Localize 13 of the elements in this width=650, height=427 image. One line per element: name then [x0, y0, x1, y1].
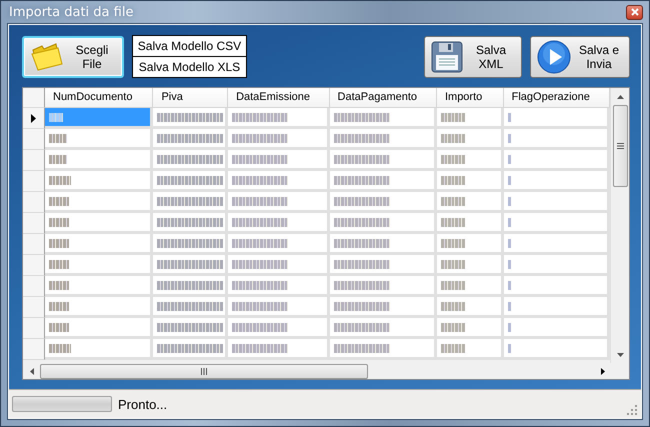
template-button[interactable]: Salva Modello CSV [133, 36, 246, 56]
toolbar-button[interactable]: Salva XML [424, 36, 522, 78]
column-header[interactable]: Importo [436, 88, 504, 108]
template-button[interactable]: Salva Modello XLS [133, 57, 246, 77]
column-header[interactable]: DataPagamento [330, 88, 437, 108]
status-text: Pronto... [118, 396, 168, 412]
column-header[interactable]: NumDocumento [45, 88, 154, 108]
window-title: Importa dati da file [8, 4, 134, 20]
toolbar-button[interactable]: Scegli File [22, 36, 124, 78]
column-header[interactable]: Piva [153, 88, 228, 108]
column-header[interactable]: FlagOperazione [504, 88, 610, 108]
toolbar-button[interactable]: Salva e Invia [530, 36, 630, 78]
column-header[interactable]: DataEmissione [228, 88, 330, 108]
